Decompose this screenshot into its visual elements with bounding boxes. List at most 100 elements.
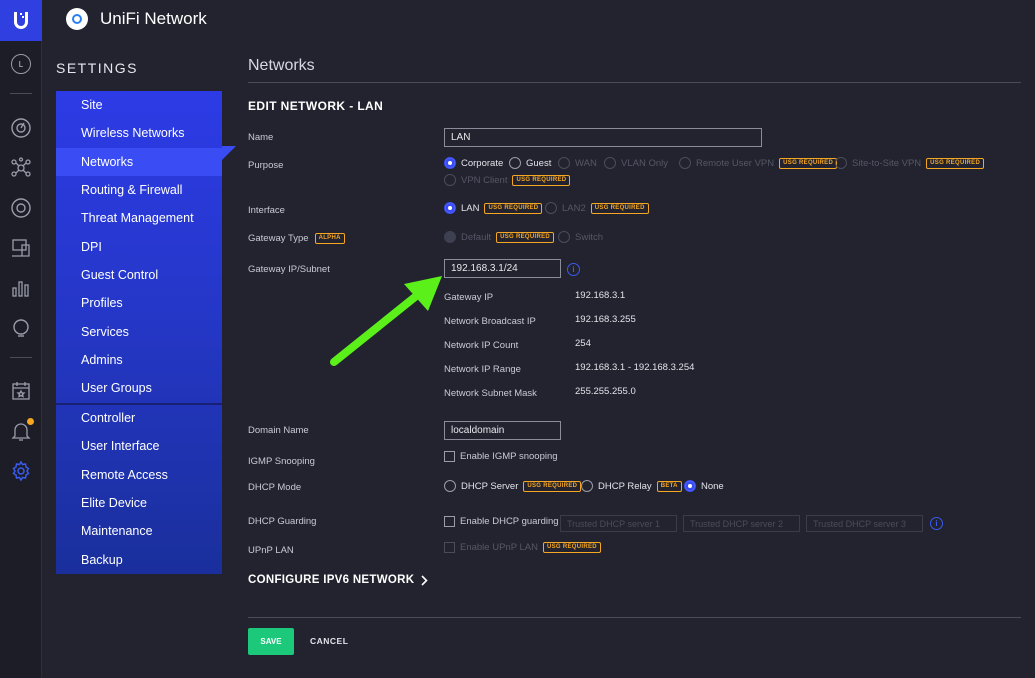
gateway-type-switch: Switch bbox=[558, 231, 603, 243]
domain-name-label: Domain Name bbox=[248, 425, 309, 436]
menu-item-elite-device[interactable]: Elite Device bbox=[56, 489, 222, 517]
dhcp-guarding-checkbox[interactable] bbox=[444, 516, 455, 527]
radio-selected[interactable] bbox=[444, 202, 456, 214]
upnp-checkbox-row: Enable UPnP LAN USG REQUIRED bbox=[444, 542, 601, 553]
upnp-label: UPnP LAN bbox=[248, 545, 294, 556]
gateway-subnet-input[interactable]: 192.168.3.1/24 bbox=[444, 259, 561, 278]
detail-value: 192.168.3.1 - 192.168.3.254 bbox=[575, 362, 695, 373]
devices-icon[interactable] bbox=[0, 195, 42, 221]
menu-item-routing-firewall[interactable]: Routing & Firewall bbox=[56, 176, 222, 204]
trusted-dhcp-server-2-input: Trusted DHCP server 2 bbox=[683, 515, 800, 532]
igmp-checkbox[interactable] bbox=[444, 451, 455, 462]
purpose-vpn-client: VPN Client USG REQUIRED bbox=[444, 174, 571, 186]
info-icon[interactable]: i bbox=[930, 517, 943, 530]
menu-item-remote-access[interactable]: Remote Access bbox=[56, 461, 222, 489]
menu-item-profiles[interactable]: Profiles bbox=[56, 289, 222, 317]
purpose-label: Purpose bbox=[248, 160, 284, 171]
topology-icon[interactable] bbox=[0, 155, 42, 181]
lan-label: LAN bbox=[461, 202, 480, 214]
menu-item-dpi[interactable]: DPI bbox=[56, 233, 222, 261]
radio-disabled bbox=[558, 231, 570, 243]
cancel-button[interactable]: CANCEL bbox=[310, 636, 348, 646]
purpose-remote-user-vpn: Remote User VPN USG REQUIRED bbox=[679, 157, 838, 169]
menu-item-guest-control[interactable]: Guest Control bbox=[56, 261, 222, 289]
menu-item-user-groups[interactable]: User Groups bbox=[56, 374, 222, 402]
menu-item-threat-management[interactable]: Threat Management bbox=[56, 204, 222, 232]
page-title: Networks bbox=[248, 57, 315, 74]
radio[interactable] bbox=[444, 480, 456, 492]
radio-disabled bbox=[679, 157, 691, 169]
usg-required-badge: USG REQUIRED bbox=[496, 231, 555, 243]
dhcp-relay-label: DHCP Relay bbox=[598, 480, 652, 492]
beta-badge: BETA bbox=[656, 480, 682, 492]
alarms-icon[interactable] bbox=[0, 418, 42, 444]
none-label: None bbox=[701, 480, 724, 492]
user-avatar[interactable]: L bbox=[0, 51, 42, 77]
igmp-checkbox-row[interactable]: Enable IGMP snooping bbox=[444, 451, 558, 462]
dhcp-mode-none[interactable]: None bbox=[684, 480, 724, 492]
igmp-label: IGMP Snooping bbox=[248, 456, 315, 467]
gateway-type-label-row: Gateway Type ALPHA bbox=[248, 233, 345, 244]
usg-required-badge: USG REQUIRED bbox=[590, 202, 649, 214]
dhcp-guarding-checkbox-row[interactable]: Enable DHCP guarding bbox=[444, 516, 559, 527]
menu-item-backup[interactable]: Backup bbox=[56, 546, 222, 574]
save-button[interactable]: SAVE bbox=[248, 628, 294, 655]
menu-item-user-interface[interactable]: User Interface bbox=[56, 432, 222, 460]
name-input[interactable]: LAN bbox=[444, 128, 762, 147]
footer-divider bbox=[248, 617, 1021, 618]
settings-title: SETTINGS bbox=[56, 60, 139, 76]
detail-label: Network IP Range bbox=[444, 364, 521, 375]
interface-lan[interactable]: LAN USG REQUIRED bbox=[444, 202, 543, 214]
menu-item-admins[interactable]: Admins bbox=[56, 346, 222, 374]
usg-required-badge: USG REQUIRED bbox=[926, 157, 985, 169]
site-to-site-vpn-label: Site-to-Site VPN bbox=[852, 157, 922, 169]
dhcp-mode-server[interactable]: DHCP Server USG REQUIRED bbox=[444, 480, 582, 492]
gateway-type-label: Gateway Type bbox=[248, 233, 309, 244]
radio-disabled bbox=[558, 157, 570, 169]
usg-required-badge: USG REQUIRED bbox=[779, 157, 838, 169]
menu-item-site[interactable]: Site bbox=[56, 91, 222, 119]
clients-icon[interactable] bbox=[0, 235, 42, 261]
alarm-indicator bbox=[27, 418, 34, 425]
dhcp-mode-relay[interactable]: DHCP Relay BETA bbox=[581, 480, 682, 492]
section-title: EDIT NETWORK - LAN bbox=[248, 99, 384, 113]
configure-ipv6-link[interactable]: CONFIGURE IPV6 NETWORK bbox=[248, 574, 428, 586]
menu-item-wireless-networks[interactable]: Wireless Networks bbox=[56, 119, 222, 147]
dhcp-guarding-option-label: Enable DHCP guarding bbox=[460, 516, 559, 527]
detail-label: Network Broadcast IP bbox=[444, 316, 536, 327]
purpose-corporate[interactable]: Corporate bbox=[444, 157, 503, 169]
menu-item-networks[interactable]: Networks bbox=[56, 148, 222, 176]
upnp-checkbox bbox=[444, 542, 455, 553]
app-title-text: UniFi Network bbox=[100, 9, 207, 28]
igmp-option-label: Enable IGMP snooping bbox=[460, 451, 558, 462]
unifi-logo[interactable] bbox=[0, 0, 42, 41]
dashboard-icon[interactable] bbox=[0, 115, 42, 141]
gateway-type-default: Default USG REQUIRED bbox=[444, 231, 555, 243]
radio-selected[interactable] bbox=[444, 157, 456, 169]
menu-item-services[interactable]: Services bbox=[56, 318, 222, 346]
chevron-right-icon bbox=[421, 574, 428, 586]
radio[interactable] bbox=[509, 157, 521, 169]
events-icon[interactable] bbox=[0, 378, 42, 404]
menu-item-controller[interactable]: Controller bbox=[56, 404, 222, 432]
radio-selected[interactable] bbox=[684, 480, 696, 492]
avatar-letter: L bbox=[11, 54, 31, 74]
upnp-option-label: Enable UPnP LAN bbox=[460, 542, 538, 553]
settings-menu: Site Wireless Networks Networks Routing … bbox=[56, 91, 236, 574]
purpose-guest[interactable]: Guest bbox=[509, 157, 551, 169]
title-divider bbox=[248, 82, 1021, 83]
insights-icon[interactable] bbox=[0, 315, 42, 341]
purpose-vlan-only: VLAN Only bbox=[604, 157, 668, 169]
vpn-client-label: VPN Client bbox=[461, 174, 508, 186]
radio[interactable] bbox=[581, 480, 593, 492]
info-icon[interactable]: i bbox=[567, 263, 580, 276]
domain-name-input[interactable]: localdomain bbox=[444, 421, 561, 440]
radio-disabled bbox=[835, 157, 847, 169]
active-item-pointer bbox=[222, 146, 236, 160]
dhcp-server-label: DHCP Server bbox=[461, 480, 519, 492]
statistics-icon[interactable] bbox=[0, 275, 42, 301]
menu-item-maintenance[interactable]: Maintenance bbox=[56, 517, 222, 545]
detail-label: Gateway IP bbox=[444, 292, 494, 303]
settings-icon[interactable] bbox=[0, 458, 42, 484]
trusted-dhcp-server-3-input: Trusted DHCP server 3 bbox=[806, 515, 923, 532]
